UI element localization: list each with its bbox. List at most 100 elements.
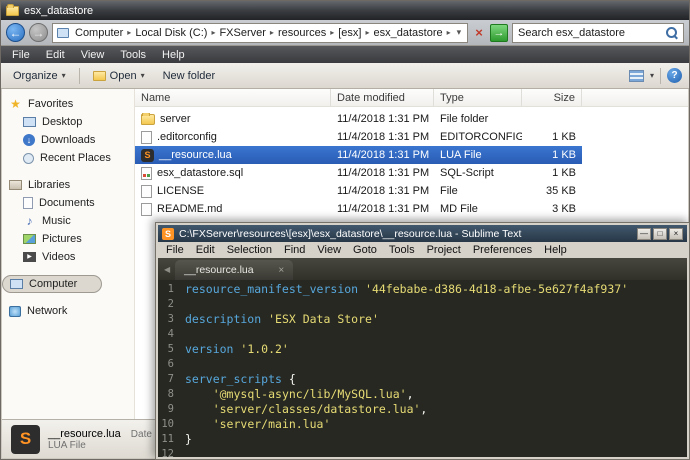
search-icon[interactable]: [666, 27, 678, 39]
computer-icon: [10, 279, 23, 289]
file-size: 1 KB: [522, 131, 582, 143]
file-row-readme-md[interactable]: README.md11/4/2018 1:31 PMMD File3 KB: [135, 200, 582, 218]
breadcrumb-segment-esx[interactable]: [esx]: [336, 27, 363, 39]
code-text: '@mysql-async/lib/MySQL.lua',: [185, 387, 414, 402]
file-row-esx-datastore-sql[interactable]: esx_datastore.sql11/4/2018 1:31 PMSQL-Sc…: [135, 164, 582, 182]
toolbar-divider: [660, 68, 661, 84]
sidebar-item-desktop[interactable]: Desktop: [2, 113, 134, 131]
sublime-menu-edit[interactable]: Edit: [190, 244, 221, 256]
organize-button[interactable]: Organize ▾: [8, 68, 71, 84]
code-editor[interactable]: 1resource_manifest_version '44febabe-d38…: [158, 280, 687, 457]
sublime-menu-preferences[interactable]: Preferences: [467, 244, 538, 256]
line-number: 3: [158, 312, 185, 327]
column-header-label: Size: [554, 92, 575, 104]
sidebar-item-label: Network: [27, 305, 67, 317]
tab-close-icon[interactable]: ×: [278, 265, 284, 276]
change-view-icon[interactable]: [629, 70, 644, 82]
column-header-size[interactable]: Size: [522, 89, 582, 106]
menu-edit[interactable]: Edit: [38, 49, 73, 61]
breadcrumb-segment-fxserver[interactable]: FXServer: [217, 27, 267, 39]
file-row-editorconfig[interactable]: .editorconfig11/4/2018 1:31 PMEDITORCONF…: [135, 128, 582, 146]
forward-button[interactable]: →: [29, 23, 48, 42]
sidebar-item-documents[interactable]: Documents: [2, 194, 134, 212]
file-date-modified: 11/4/2018 1:31 PM: [331, 167, 434, 179]
file-size: 1 KB: [522, 167, 582, 179]
sidebar-item-music[interactable]: ♪Music: [2, 212, 134, 230]
breadcrumb-segment-local-disk-c[interactable]: Local Disk (C:): [133, 27, 209, 39]
sublime-titlebar[interactable]: S C:\FXServer\resources\[esx]\esx_datast…: [158, 225, 687, 242]
breadcrumb-segment-computer[interactable]: Computer: [73, 27, 125, 39]
maximize-button[interactable]: □: [653, 228, 667, 240]
editor-tab[interactable]: __resource.lua ×: [175, 260, 293, 280]
file-name: server: [160, 113, 191, 125]
menu-tools[interactable]: Tools: [112, 49, 154, 61]
code-token: ,: [407, 387, 414, 401]
videos-icon: ▶: [23, 252, 36, 262]
sidebar-item-label: Recent Places: [40, 152, 111, 164]
sublime-menu-find[interactable]: Find: [278, 244, 311, 256]
sidebar-item-pictures[interactable]: Pictures: [2, 230, 134, 248]
file-size: 35 KB: [522, 185, 582, 197]
breadcrumb[interactable]: Computer▸Local Disk (C:)▸FXServer▸resour…: [52, 23, 468, 43]
sublime-menu-view[interactable]: View: [311, 244, 347, 256]
tab-scroll-left-icon[interactable]: ◀: [159, 265, 175, 274]
close-button[interactable]: ×: [669, 228, 683, 240]
minimize-button[interactable]: —: [637, 228, 651, 240]
chevron-down-icon[interactable]: ▾: [650, 71, 654, 80]
code-token: 'server/main.lua': [213, 417, 331, 431]
menu-help[interactable]: Help: [154, 49, 193, 61]
column-headers: NameDate modifiedType Size: [135, 89, 688, 107]
stop-icon[interactable]: ×: [472, 25, 486, 40]
sublime-menu-goto[interactable]: Goto: [347, 244, 383, 256]
chevron-down-icon: ▾: [62, 71, 66, 80]
column-header-date-modified[interactable]: Date modified: [331, 89, 434, 106]
file-row-license[interactable]: LICENSE11/4/2018 1:31 PMFile35 KB: [135, 182, 582, 200]
code-token: server_scripts: [185, 372, 289, 386]
file-row-server[interactable]: server11/4/2018 1:31 PMFile folder: [135, 110, 582, 128]
column-header-type[interactable]: Type: [434, 89, 522, 106]
open-label: Open: [110, 70, 137, 82]
code-token: '44febabe-d386-4d18-afbe-5e627f4af937': [365, 282, 628, 296]
address-dropdown-icon[interactable]: ▾: [454, 27, 465, 38]
sidebar-item-libraries[interactable]: Libraries: [2, 176, 134, 194]
sublime-menu-tools[interactable]: Tools: [383, 244, 421, 256]
code-token: '@mysql-async/lib/MySQL.lua': [213, 387, 407, 401]
menu-file[interactable]: File: [4, 49, 38, 61]
explorer-titlebar[interactable]: esx_datastore: [1, 1, 689, 20]
code-line: 9 'server/classes/datastore.lua',: [158, 402, 687, 417]
search-input[interactable]: [518, 27, 662, 39]
sublime-menu-selection[interactable]: Selection: [221, 244, 278, 256]
sidebar-item-computer[interactable]: Computer: [2, 275, 102, 293]
new-folder-label: New folder: [163, 70, 216, 82]
code-text: }: [185, 432, 192, 447]
sublime-menu-file[interactable]: File: [160, 244, 190, 256]
column-header-name[interactable]: Name: [135, 89, 331, 106]
downloads-icon: ↓: [23, 134, 35, 146]
sidebar-item-downloads[interactable]: ↓Downloads: [2, 131, 134, 149]
new-folder-button[interactable]: New folder: [158, 68, 221, 84]
breadcrumb-separator-icon: ▸: [125, 28, 133, 37]
sidebar-item-recent-places[interactable]: Recent Places: [2, 149, 134, 167]
sublime-menu-project[interactable]: Project: [421, 244, 467, 256]
code-token: {: [289, 372, 296, 386]
sidebar-item-network[interactable]: Network: [2, 302, 134, 320]
breadcrumb-segment-esx-datastore[interactable]: esx_datastore: [372, 27, 445, 39]
code-token: description: [185, 312, 268, 326]
file-name: esx_datastore.sql: [157, 167, 243, 179]
line-number: 12: [158, 447, 185, 457]
sidebar-item-videos[interactable]: ▶Videos: [2, 248, 134, 266]
open-button[interactable]: Open ▾: [88, 68, 150, 84]
sidebar-item-favorites[interactable]: ★Favorites: [2, 95, 134, 113]
help-icon[interactable]: ?: [667, 68, 682, 83]
back-button[interactable]: ←: [6, 23, 25, 42]
sublime-menu-help[interactable]: Help: [538, 244, 573, 256]
file-row-resource-lua[interactable]: S__resource.lua11/4/2018 1:31 PMLUA File…: [135, 146, 582, 164]
go-icon[interactable]: →: [490, 24, 508, 42]
code-lines: 1resource_manifest_version '44febabe-d38…: [158, 282, 687, 457]
file-date-modified: 11/4/2018 1:31 PM: [331, 149, 434, 161]
file-type: MD File: [434, 203, 522, 215]
file-name-cell: LICENSE: [135, 185, 331, 198]
breadcrumb-segment-resources[interactable]: resources: [276, 27, 328, 39]
file-name-cell: S__resource.lua: [135, 149, 331, 162]
menu-view[interactable]: View: [73, 49, 113, 61]
